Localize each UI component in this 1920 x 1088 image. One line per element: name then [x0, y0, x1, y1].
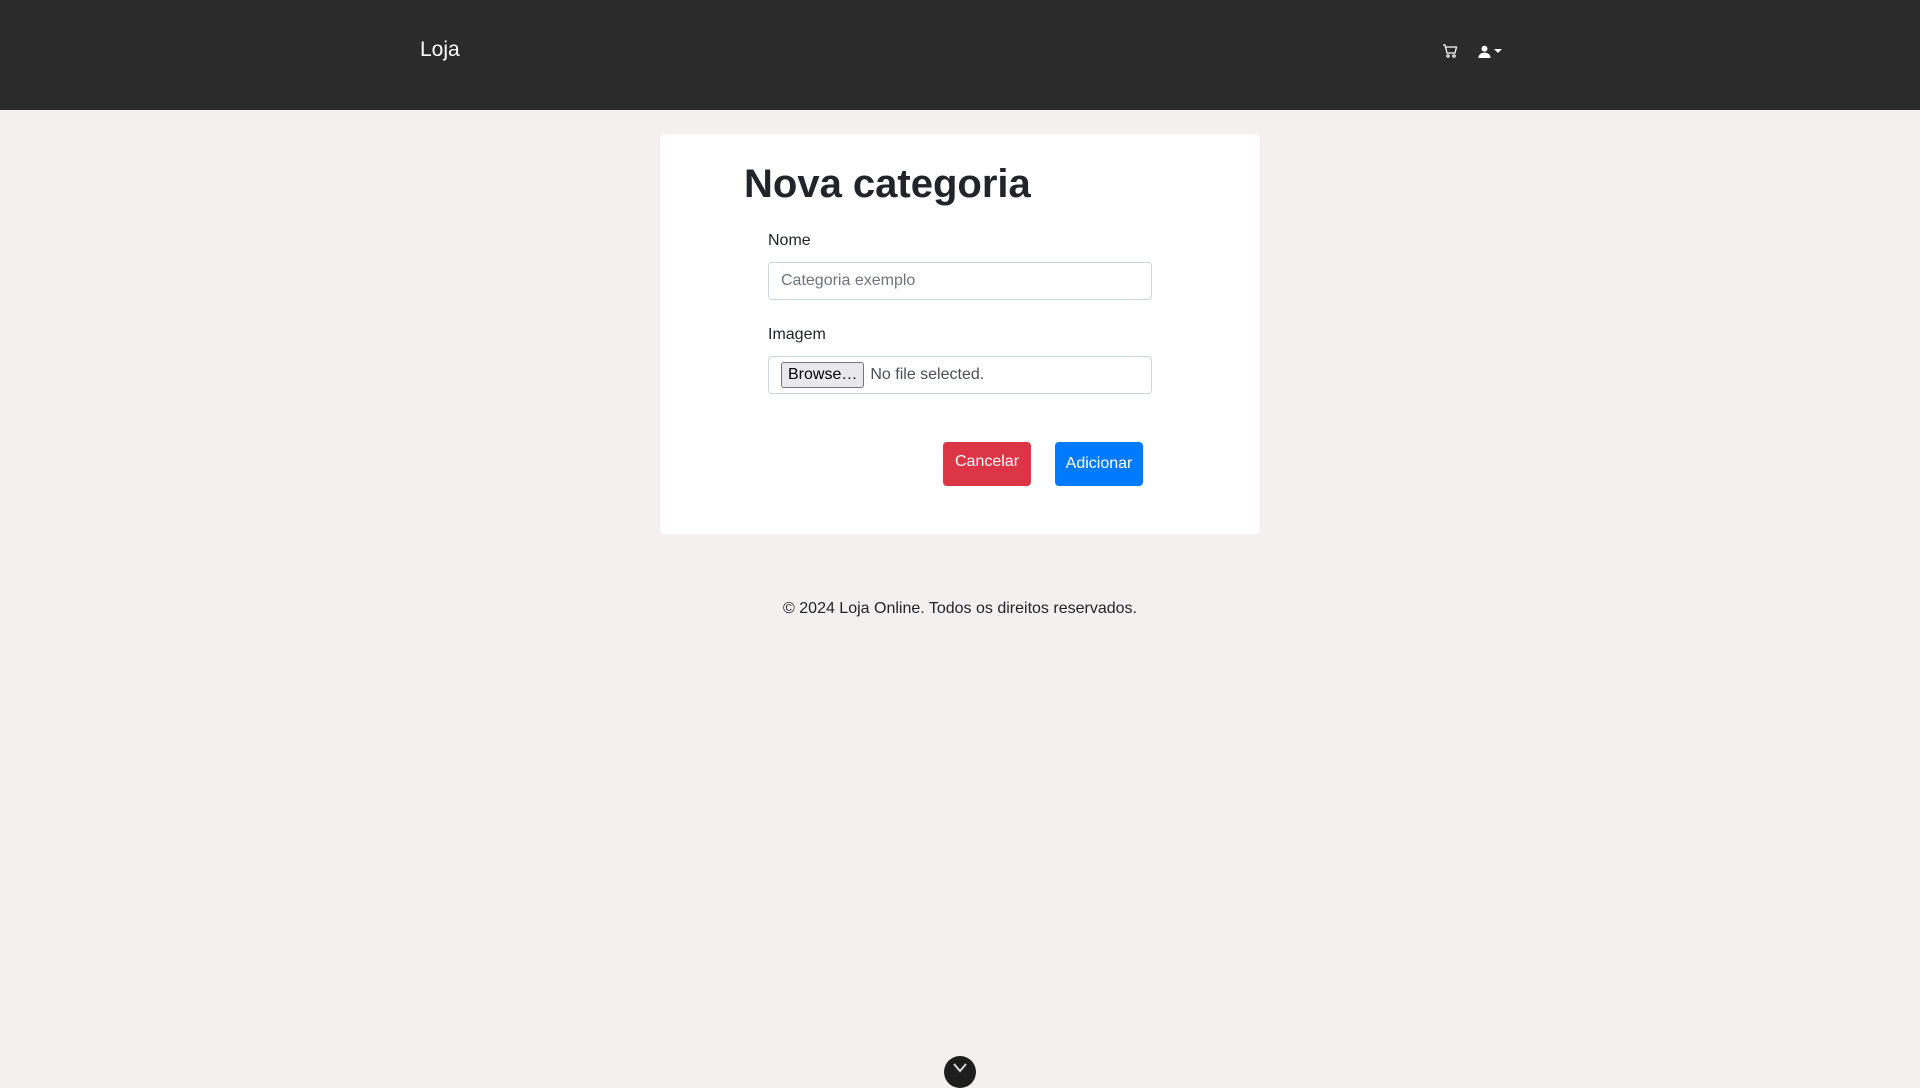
name-label: Nome: [768, 232, 811, 249]
add-button[interactable]: Adicionar: [1055, 442, 1143, 486]
cart-icon: [1443, 44, 1458, 58]
page-title: Nova categoria: [744, 162, 1031, 206]
chevron-down-icon: [953, 1063, 967, 1073]
file-status-text: No file selected.: [870, 366, 985, 383]
browse-button[interactable]: Browse…: [781, 362, 865, 388]
new-category-card: Nova categoria Nome Imagem Browse… No fi…: [660, 134, 1260, 534]
image-label: Imagem: [768, 326, 826, 343]
navbar: Loja: [0, 0, 1920, 110]
brand-link[interactable]: Loja: [420, 38, 460, 62]
name-input[interactable]: [768, 262, 1152, 300]
footer-copyright: © 2024 Loja Online. Todos os direitos re…: [783, 600, 1137, 617]
user-menu-toggle[interactable]: [1478, 40, 1510, 62]
scroll-down-button[interactable]: [944, 1056, 976, 1088]
cancel-button[interactable]: Cancelar: [943, 442, 1031, 486]
image-file-input[interactable]: Browse… No file selected.: [768, 356, 1152, 394]
user-icon: [1478, 45, 1491, 58]
caret-down-icon: [1494, 49, 1502, 53]
cart-button[interactable]: [1439, 40, 1461, 62]
